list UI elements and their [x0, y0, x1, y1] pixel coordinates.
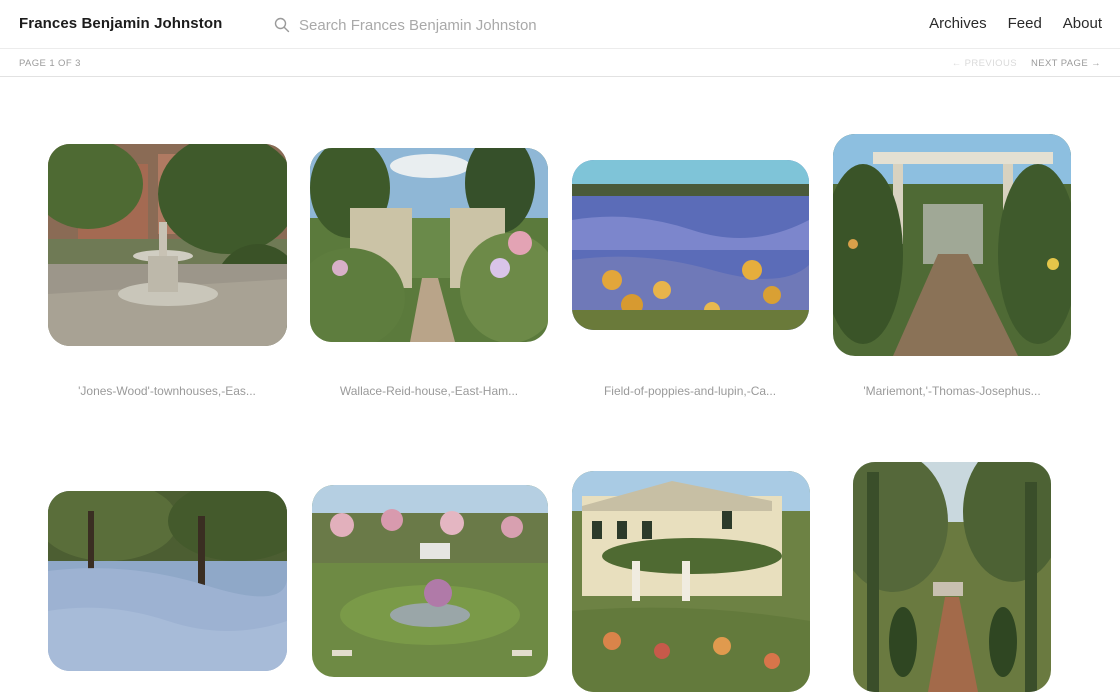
photo-courtyard-fountain[interactable]	[48, 144, 287, 346]
nav-archives-link[interactable]: Archives	[929, 15, 987, 32]
photo-garden-gateway[interactable]	[310, 148, 548, 342]
top-bar: Frances Benjamin Johnston Archives Feed …	[0, 0, 1120, 49]
search-input[interactable]	[299, 16, 679, 34]
previous-page-link: ← PREVIOUS	[951, 58, 1017, 69]
photo-flower-field[interactable]	[572, 160, 809, 330]
nav-about-link[interactable]: About	[1063, 15, 1102, 32]
photo-house-garden[interactable]	[572, 471, 810, 692]
next-page-link[interactable]: NEXT PAGE →	[1031, 58, 1101, 69]
photo-caption[interactable]: 'Jones-Wood'-townhouses,-Eas...	[47, 384, 287, 398]
photo-caption[interactable]: Wallace-Reid-house,-East-Ham...	[309, 384, 549, 398]
pagination-bar: PAGE 1 OF 3 ← PREVIOUS NEXT PAGE →	[0, 49, 1120, 77]
nav-feed-link[interactable]: Feed	[1008, 15, 1042, 32]
photo-rose-arbor-pool[interactable]	[312, 485, 548, 677]
photo-caption[interactable]: 'Mariemont,'-Thomas-Josephus...	[832, 384, 1072, 398]
photo-bluebell-woods[interactable]	[48, 491, 287, 671]
photo-caption[interactable]: Field-of-poppies-and-lupin,-Ca...	[570, 384, 810, 398]
search-icon[interactable]	[274, 17, 290, 33]
main-nav: Archives Feed About	[908, 15, 1102, 32]
search-bar[interactable]	[274, 12, 694, 38]
site-title[interactable]: Frances Benjamin Johnston	[19, 15, 222, 32]
page-count: PAGE 1 OF 3	[19, 58, 81, 69]
photo-pergola-walk[interactable]	[833, 134, 1071, 356]
pager-links: ← PREVIOUS NEXT PAGE →	[952, 58, 1101, 69]
photo-cypress-path[interactable]	[853, 462, 1051, 692]
